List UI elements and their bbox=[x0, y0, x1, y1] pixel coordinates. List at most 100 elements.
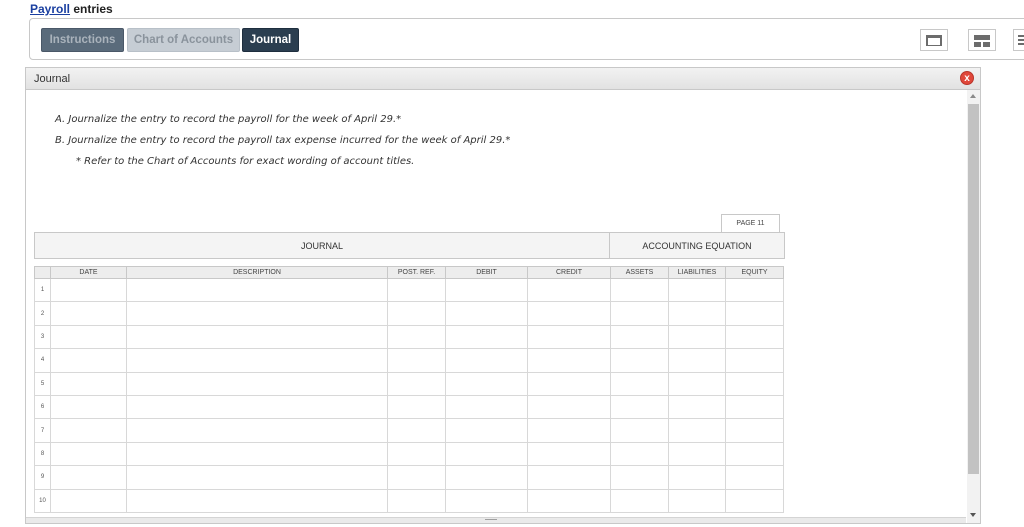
equity-cell[interactable] bbox=[725, 324, 784, 350]
date-cell[interactable] bbox=[50, 441, 127, 467]
post-ref-cell[interactable] bbox=[387, 418, 446, 443]
liabilities-cell[interactable] bbox=[668, 465, 726, 490]
credit-cell[interactable] bbox=[527, 441, 611, 467]
tab-journal[interactable]: Journal bbox=[242, 28, 299, 52]
liabilities-cell[interactable] bbox=[668, 348, 726, 373]
resize-handle[interactable] bbox=[485, 519, 497, 520]
assets-cell[interactable] bbox=[610, 371, 669, 396]
credit-cell[interactable] bbox=[527, 418, 611, 443]
assets-cell[interactable] bbox=[610, 465, 669, 490]
date-cell[interactable] bbox=[50, 324, 127, 350]
date-cell[interactable] bbox=[50, 371, 127, 396]
liabilities-cell[interactable] bbox=[668, 394, 726, 420]
liabilities-cell[interactable] bbox=[668, 324, 726, 350]
description-cell[interactable] bbox=[126, 418, 388, 443]
debit-cell[interactable] bbox=[445, 488, 528, 513]
equity-cell[interactable] bbox=[725, 301, 784, 326]
description-cell[interactable] bbox=[126, 371, 388, 396]
credit-cell[interactable] bbox=[527, 371, 611, 396]
date-cell[interactable] bbox=[50, 277, 127, 303]
col-header-liabilities: LIABILITIES bbox=[668, 266, 726, 279]
credit-cell[interactable] bbox=[527, 488, 611, 513]
debit-cell[interactable] bbox=[445, 441, 528, 467]
description-cell[interactable] bbox=[126, 441, 388, 467]
debit-cell[interactable] bbox=[445, 348, 528, 373]
assets-cell[interactable] bbox=[610, 488, 669, 513]
vertical-scrollbar[interactable] bbox=[967, 90, 980, 523]
debit-cell[interactable] bbox=[445, 394, 528, 420]
assets-cell[interactable] bbox=[610, 441, 669, 467]
row-number: 8 bbox=[34, 441, 51, 467]
description-cell[interactable] bbox=[126, 465, 388, 490]
description-cell[interactable] bbox=[126, 301, 388, 326]
assets-cell[interactable] bbox=[610, 324, 669, 350]
equity-cell[interactable] bbox=[725, 394, 784, 420]
date-cell[interactable] bbox=[50, 465, 127, 490]
debit-cell[interactable] bbox=[445, 371, 528, 396]
description-cell[interactable] bbox=[126, 394, 388, 420]
assets-cell[interactable] bbox=[610, 277, 669, 303]
layout-split-icon[interactable] bbox=[968, 29, 996, 51]
post-ref-cell[interactable] bbox=[387, 394, 446, 420]
description-cell[interactable] bbox=[126, 348, 388, 373]
scroll-thumb[interactable] bbox=[968, 104, 979, 474]
equity-cell[interactable] bbox=[725, 465, 784, 490]
tab-chart-of-accounts[interactable]: Chart of Accounts bbox=[127, 28, 240, 52]
date-cell[interactable] bbox=[50, 394, 127, 420]
close-icon[interactable]: x bbox=[960, 71, 974, 85]
equity-cell[interactable] bbox=[725, 371, 784, 396]
layout-list-icon[interactable] bbox=[1013, 29, 1024, 51]
assets-cell[interactable] bbox=[610, 394, 669, 420]
post-ref-cell[interactable] bbox=[387, 465, 446, 490]
layout-single-icon[interactable] bbox=[920, 29, 948, 51]
description-cell[interactable] bbox=[126, 488, 388, 513]
row-number: 3 bbox=[34, 324, 51, 350]
scroll-down-arrow-icon[interactable] bbox=[970, 513, 976, 517]
credit-cell[interactable] bbox=[527, 324, 611, 350]
description-cell[interactable] bbox=[126, 277, 388, 303]
tab-instructions[interactable]: Instructions bbox=[41, 28, 124, 52]
date-cell[interactable] bbox=[50, 348, 127, 373]
liabilities-cell[interactable] bbox=[668, 441, 726, 467]
post-ref-cell[interactable] bbox=[387, 324, 446, 350]
debit-cell[interactable] bbox=[445, 465, 528, 490]
equity-cell[interactable] bbox=[725, 488, 784, 513]
credit-cell[interactable] bbox=[527, 394, 611, 420]
post-ref-cell[interactable] bbox=[387, 488, 446, 513]
description-cell[interactable] bbox=[126, 324, 388, 350]
liabilities-cell[interactable] bbox=[668, 371, 726, 396]
assets-cell[interactable] bbox=[610, 418, 669, 443]
date-cell[interactable] bbox=[50, 488, 127, 513]
date-cell[interactable] bbox=[50, 418, 127, 443]
page-heading: Payroll entries bbox=[30, 2, 113, 16]
debit-cell[interactable] bbox=[445, 277, 528, 303]
post-ref-cell[interactable] bbox=[387, 277, 446, 303]
equity-cell[interactable] bbox=[725, 418, 784, 443]
liabilities-cell[interactable] bbox=[668, 488, 726, 513]
debit-cell[interactable] bbox=[445, 301, 528, 326]
credit-cell[interactable] bbox=[527, 301, 611, 326]
equity-cell[interactable] bbox=[725, 441, 784, 467]
col-header-credit: CREDIT bbox=[527, 266, 611, 279]
credit-cell[interactable] bbox=[527, 277, 611, 303]
credit-cell[interactable] bbox=[527, 348, 611, 373]
equity-cell[interactable] bbox=[725, 348, 784, 373]
payroll-link[interactable]: Payroll bbox=[30, 2, 70, 16]
equity-cell[interactable] bbox=[725, 277, 784, 303]
post-ref-cell[interactable] bbox=[387, 301, 446, 326]
journal-table: DATE DESCRIPTION POST. REF. DEBIT CREDIT… bbox=[34, 266, 784, 513]
col-header-date: DATE bbox=[50, 266, 127, 279]
scroll-up-arrow-icon[interactable] bbox=[970, 94, 976, 98]
assets-cell[interactable] bbox=[610, 301, 669, 326]
credit-cell[interactable] bbox=[527, 465, 611, 490]
liabilities-cell[interactable] bbox=[668, 277, 726, 303]
date-cell[interactable] bbox=[50, 301, 127, 326]
debit-cell[interactable] bbox=[445, 324, 528, 350]
debit-cell[interactable] bbox=[445, 418, 528, 443]
post-ref-cell[interactable] bbox=[387, 371, 446, 396]
liabilities-cell[interactable] bbox=[668, 301, 726, 326]
assets-cell[interactable] bbox=[610, 348, 669, 373]
post-ref-cell[interactable] bbox=[387, 441, 446, 467]
liabilities-cell[interactable] bbox=[668, 418, 726, 443]
post-ref-cell[interactable] bbox=[387, 348, 446, 373]
